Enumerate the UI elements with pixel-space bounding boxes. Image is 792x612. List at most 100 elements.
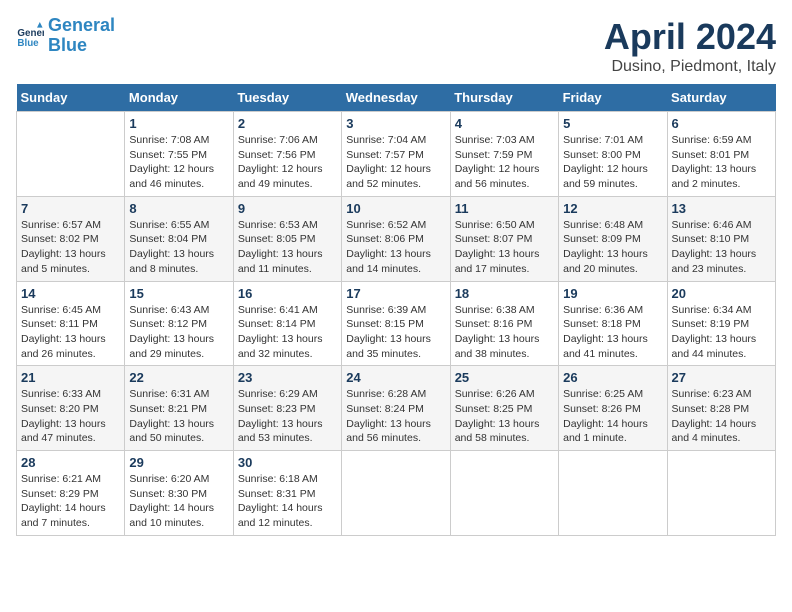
- day-info: Sunrise: 6:50 AMSunset: 8:07 PMDaylight:…: [455, 218, 554, 277]
- daylight-text: Daylight: 13 hours and 41 minutes.: [563, 332, 662, 361]
- calendar-week-row: 7Sunrise: 6:57 AMSunset: 8:02 PMDaylight…: [17, 196, 776, 281]
- day-info: Sunrise: 6:59 AMSunset: 8:01 PMDaylight:…: [672, 133, 771, 192]
- sunset-text: Sunset: 8:30 PM: [129, 487, 228, 502]
- calendar-cell: [559, 451, 667, 536]
- calendar-cell: 7Sunrise: 6:57 AMSunset: 8:02 PMDaylight…: [17, 196, 125, 281]
- weekday-header-wednesday: Wednesday: [342, 84, 450, 112]
- day-number: 12: [563, 201, 662, 216]
- sunrise-text: Sunrise: 6:36 AM: [563, 303, 662, 318]
- calendar-cell: 26Sunrise: 6:25 AMSunset: 8:26 PMDayligh…: [559, 366, 667, 451]
- daylight-text: Daylight: 13 hours and 23 minutes.: [672, 247, 771, 276]
- sunrise-text: Sunrise: 6:26 AM: [455, 387, 554, 402]
- sunrise-text: Sunrise: 6:29 AM: [238, 387, 337, 402]
- day-number: 11: [455, 201, 554, 216]
- calendar-cell: 13Sunrise: 6:46 AMSunset: 8:10 PMDayligh…: [667, 196, 775, 281]
- daylight-text: Daylight: 14 hours and 7 minutes.: [21, 501, 120, 530]
- logo-icon: General Blue: [16, 22, 44, 50]
- sunset-text: Sunset: 8:21 PM: [129, 402, 228, 417]
- daylight-text: Daylight: 13 hours and 11 minutes.: [238, 247, 337, 276]
- sunset-text: Sunset: 8:05 PM: [238, 232, 337, 247]
- sunrise-text: Sunrise: 6:46 AM: [672, 218, 771, 233]
- calendar-cell: 20 Sunrise: 6:34 AMSunset: 8:19 PMDayligh…: [667, 281, 775, 366]
- day-info: Sunrise: 6:36 AMSunset: 8:18 PMDaylight:…: [563, 303, 662, 362]
- sunset-text: Sunset: 8:12 PM: [129, 317, 228, 332]
- calendar-cell: [17, 112, 125, 197]
- sunset-text: Sunset: 7:56 PM: [238, 148, 337, 163]
- day-info: Sunrise: 6:53 AMSunset: 8:05 PMDaylight:…: [238, 218, 337, 277]
- daylight-text: Daylight: 12 hours and 49 minutes.: [238, 162, 337, 191]
- day-number: 16: [238, 286, 337, 301]
- day-number: 2: [238, 116, 337, 131]
- calendar-week-row: 21Sunrise: 6:33 AMSunset: 8:20 PMDayligh…: [17, 366, 776, 451]
- sunrise-text: Sunrise: 7:06 AM: [238, 133, 337, 148]
- sunset-text: Sunset: 8:29 PM: [21, 487, 120, 502]
- daylight-text: Daylight: 13 hours and 8 minutes.: [129, 247, 228, 276]
- sunrise-text: Sunrise: 6:25 AM: [563, 387, 662, 402]
- page-title: April 2024: [604, 16, 776, 58]
- day-info: Sunrise: 7:06 AMSunset: 7:56 PMDaylight:…: [238, 133, 337, 192]
- calendar-cell: 5Sunrise: 7:01 AMSunset: 8:00 PMDaylight…: [559, 112, 667, 197]
- daylight-text: Daylight: 12 hours and 52 minutes.: [346, 162, 445, 191]
- day-number: 27: [672, 370, 771, 385]
- calendar-cell: 12Sunrise: 6:48 AMSunset: 8:09 PMDayligh…: [559, 196, 667, 281]
- sunset-text: Sunset: 8:15 PM: [346, 317, 445, 332]
- day-info: Sunrise: 6:20 AMSunset: 8:30 PMDaylight:…: [129, 472, 228, 531]
- daylight-text: Daylight: 13 hours and 50 minutes.: [129, 417, 228, 446]
- day-info: Sunrise: 7:01 AMSunset: 8:00 PMDaylight:…: [563, 133, 662, 192]
- calendar-cell: 30Sunrise: 6:18 AMSunset: 8:31 PMDayligh…: [233, 451, 341, 536]
- day-info: Sunrise: 7:03 AMSunset: 7:59 PMDaylight:…: [455, 133, 554, 192]
- daylight-text: Daylight: 13 hours and 58 minutes.: [455, 417, 554, 446]
- day-info: Sunrise: 6:23 AMSunset: 8:28 PMDaylight:…: [672, 387, 771, 446]
- sunset-text: Sunset: 8:00 PM: [563, 148, 662, 163]
- sunset-text: Sunset: 8:01 PM: [672, 148, 771, 163]
- sunset-text: Sunset: 8:16 PM: [455, 317, 554, 332]
- day-number: 26: [563, 370, 662, 385]
- weekday-header-row: SundayMondayTuesdayWednesdayThursdayFrid…: [17, 84, 776, 112]
- sunrise-text: Sunrise: 6:45 AM: [21, 303, 120, 318]
- daylight-text: Daylight: 14 hours and 1 minute.: [563, 417, 662, 446]
- calendar-cell: 2 Sunrise: 7:06 AMSunset: 7:56 PMDaylight…: [233, 112, 341, 197]
- daylight-text: Daylight: 12 hours and 59 minutes.: [563, 162, 662, 191]
- day-info: Sunrise: 6:31 AMSunset: 8:21 PMDaylight:…: [129, 387, 228, 446]
- calendar-cell: 22Sunrise: 6:31 AMSunset: 8:21 PMDayligh…: [125, 366, 233, 451]
- daylight-text: Daylight: 14 hours and 10 minutes.: [129, 501, 228, 530]
- daylight-text: Daylight: 13 hours and 26 minutes.: [21, 332, 120, 361]
- day-number: 14: [21, 286, 120, 301]
- day-number: 28: [21, 455, 120, 470]
- daylight-text: Daylight: 12 hours and 46 minutes.: [129, 162, 228, 191]
- day-number: 8: [129, 201, 228, 216]
- day-number: 20: [672, 286, 771, 301]
- sunrise-text: Sunrise: 6:18 AM: [238, 472, 337, 487]
- sunrise-text: Sunrise: 6:31 AM: [129, 387, 228, 402]
- daylight-text: Daylight: 14 hours and 12 minutes.: [238, 501, 337, 530]
- sunrise-text: Sunrise: 7:08 AM: [129, 133, 228, 148]
- sunset-text: Sunset: 7:59 PM: [455, 148, 554, 163]
- day-info: Sunrise: 6:55 AMSunset: 8:04 PMDaylight:…: [129, 218, 228, 277]
- daylight-text: Daylight: 13 hours and 44 minutes.: [672, 332, 771, 361]
- day-info: Sunrise: 6:34 AMSunset: 8:19 PMDaylight:…: [672, 303, 771, 362]
- sunrise-text: Sunrise: 6:43 AM: [129, 303, 228, 318]
- day-number: 30: [238, 455, 337, 470]
- sunrise-text: Sunrise: 6:55 AM: [129, 218, 228, 233]
- sunrise-text: Sunrise: 6:59 AM: [672, 133, 771, 148]
- day-number: 3: [346, 116, 445, 131]
- svg-text:Blue: Blue: [17, 38, 39, 49]
- calendar-cell: 17 Sunrise: 6:39 AMSunset: 8:15 PMDayligh…: [342, 281, 450, 366]
- day-number: 25: [455, 370, 554, 385]
- day-info: Sunrise: 6:21 AMSunset: 8:29 PMDaylight:…: [21, 472, 120, 531]
- weekday-header-saturday: Saturday: [667, 84, 775, 112]
- day-number: 13: [672, 201, 771, 216]
- daylight-text: Daylight: 14 hours and 4 minutes.: [672, 417, 771, 446]
- weekday-header-monday: Monday: [125, 84, 233, 112]
- sunset-text: Sunset: 8:06 PM: [346, 232, 445, 247]
- sunset-text: Sunset: 8:19 PM: [672, 317, 771, 332]
- day-number: 15: [129, 286, 228, 301]
- sunrise-text: Sunrise: 6:21 AM: [21, 472, 120, 487]
- day-info: Sunrise: 6:41 AMSunset: 8:14 PMDaylight:…: [238, 303, 337, 362]
- day-info: Sunrise: 6:39 AMSunset: 8:15 PMDaylight:…: [346, 303, 445, 362]
- calendar-cell: 8 Sunrise: 6:55 AMSunset: 8:04 PMDaylight…: [125, 196, 233, 281]
- day-number: 17: [346, 286, 445, 301]
- sunset-text: Sunset: 8:11 PM: [21, 317, 120, 332]
- sunrise-text: Sunrise: 6:52 AM: [346, 218, 445, 233]
- daylight-text: Daylight: 12 hours and 56 minutes.: [455, 162, 554, 191]
